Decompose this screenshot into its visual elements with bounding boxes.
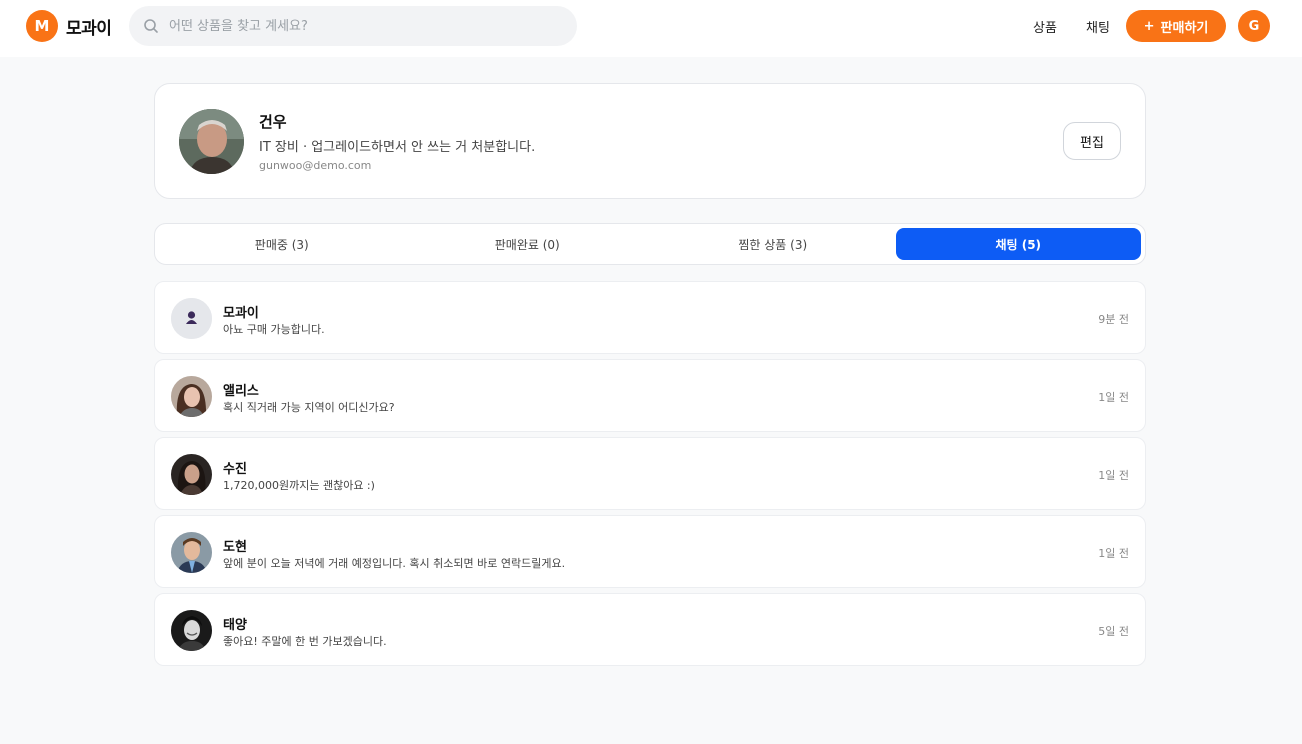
user-avatar[interactable]: G	[1238, 10, 1270, 42]
plus-icon: +	[1143, 18, 1155, 34]
logo-text: 모과이	[66, 18, 112, 39]
chat-last-message: 아뇨 구매 가능합니다.	[223, 323, 325, 336]
chat-sender-name: 태양	[223, 618, 247, 633]
profile-email: gunwoo@demo.com	[259, 159, 372, 172]
chat-list-item[interactable]: 태양 좋아요! 주말에 한 번 가보겠습니다. 5일 전	[154, 593, 1146, 666]
chat-list-item[interactable]: 도현 앞에 분이 오늘 저녁에 거래 예정입니다. 혹시 취소되면 바로 연락드…	[154, 515, 1146, 588]
chat-timestamp: 1일 전	[1098, 391, 1129, 404]
chat-timestamp: 1일 전	[1098, 469, 1129, 482]
chat-avatar	[171, 532, 212, 573]
profile-name: 건우	[259, 113, 287, 131]
sell-button[interactable]: + 판매하기	[1126, 10, 1226, 42]
chat-last-message: 좋아요! 주말에 한 번 가보겠습니다.	[223, 635, 387, 648]
chat-sender-name: 도현	[223, 540, 247, 555]
chat-list-item[interactable]: 수진 1,720,000원까지는 괜찮아요 :) 1일 전	[154, 437, 1146, 510]
chat-last-message: 혹시 직거래 가능 지역이 어디신가요?	[223, 401, 395, 414]
chat-timestamp: 5일 전	[1098, 625, 1129, 638]
default-user-icon	[171, 298, 212, 339]
chat-list-item[interactable]: 앨리스 혹시 직거래 가능 지역이 어디신가요? 1일 전	[154, 359, 1146, 432]
chat-timestamp: 9분 전	[1098, 313, 1129, 326]
profile-tabs: 판매중 (3) 판매완료 (0) 찜한 상품 (3) 채팅 (5)	[154, 223, 1146, 265]
chat-sender-name: 수진	[223, 462, 247, 477]
chat-sender-name: 앨리스	[223, 384, 259, 399]
chat-list: 모과이 아뇨 구매 가능합니다. 9분 전 앨리스 혹시 직거래 가능 지역이 …	[154, 281, 1146, 671]
chat-last-message: 앞에 분이 오늘 저녁에 거래 예정입니다. 혹시 취소되면 바로 연락드릴게요…	[223, 557, 566, 570]
chat-avatar	[171, 454, 212, 495]
tab-sold[interactable]: 판매완료 (0)	[405, 228, 651, 260]
chat-list-item[interactable]: 모과이 아뇨 구매 가능합니다. 9분 전	[154, 281, 1146, 354]
chat-avatar	[171, 376, 212, 417]
profile-card: 건우 IT 장비 · 업그레이드하면서 안 쓰는 거 처분합니다. gunwoo…	[154, 83, 1146, 199]
tab-chat[interactable]: 채팅 (5)	[895, 228, 1141, 260]
chat-last-message: 1,720,000원까지는 괜찮아요 :)	[223, 479, 375, 492]
logo[interactable]: M 모과이	[26, 10, 112, 42]
chat-avatar	[171, 610, 212, 651]
search-icon	[144, 19, 158, 33]
nav-link-products[interactable]: 상품	[1033, 17, 1057, 36]
chat-sender-name: 모과이	[223, 306, 259, 321]
search-bar[interactable]	[129, 6, 577, 46]
sell-button-label: 판매하기	[1160, 20, 1209, 36]
chat-timestamp: 1일 전	[1098, 547, 1129, 560]
profile-bio: IT 장비 · 업그레이드하면서 안 쓰는 거 처분합니다.	[259, 140, 536, 155]
search-input[interactable]	[169, 18, 549, 34]
logo-mark: M	[26, 10, 58, 42]
edit-profile-button[interactable]: 편집	[1063, 122, 1121, 160]
tab-wishlist[interactable]: 찜한 상품 (3)	[650, 228, 896, 260]
top-navigation-bar: M 모과이 상품 채팅 + 판매하기 G	[0, 0, 1302, 57]
profile-avatar	[179, 109, 244, 174]
tab-selling[interactable]: 판매중 (3)	[159, 228, 405, 260]
nav-link-chat[interactable]: 채팅	[1086, 17, 1110, 36]
